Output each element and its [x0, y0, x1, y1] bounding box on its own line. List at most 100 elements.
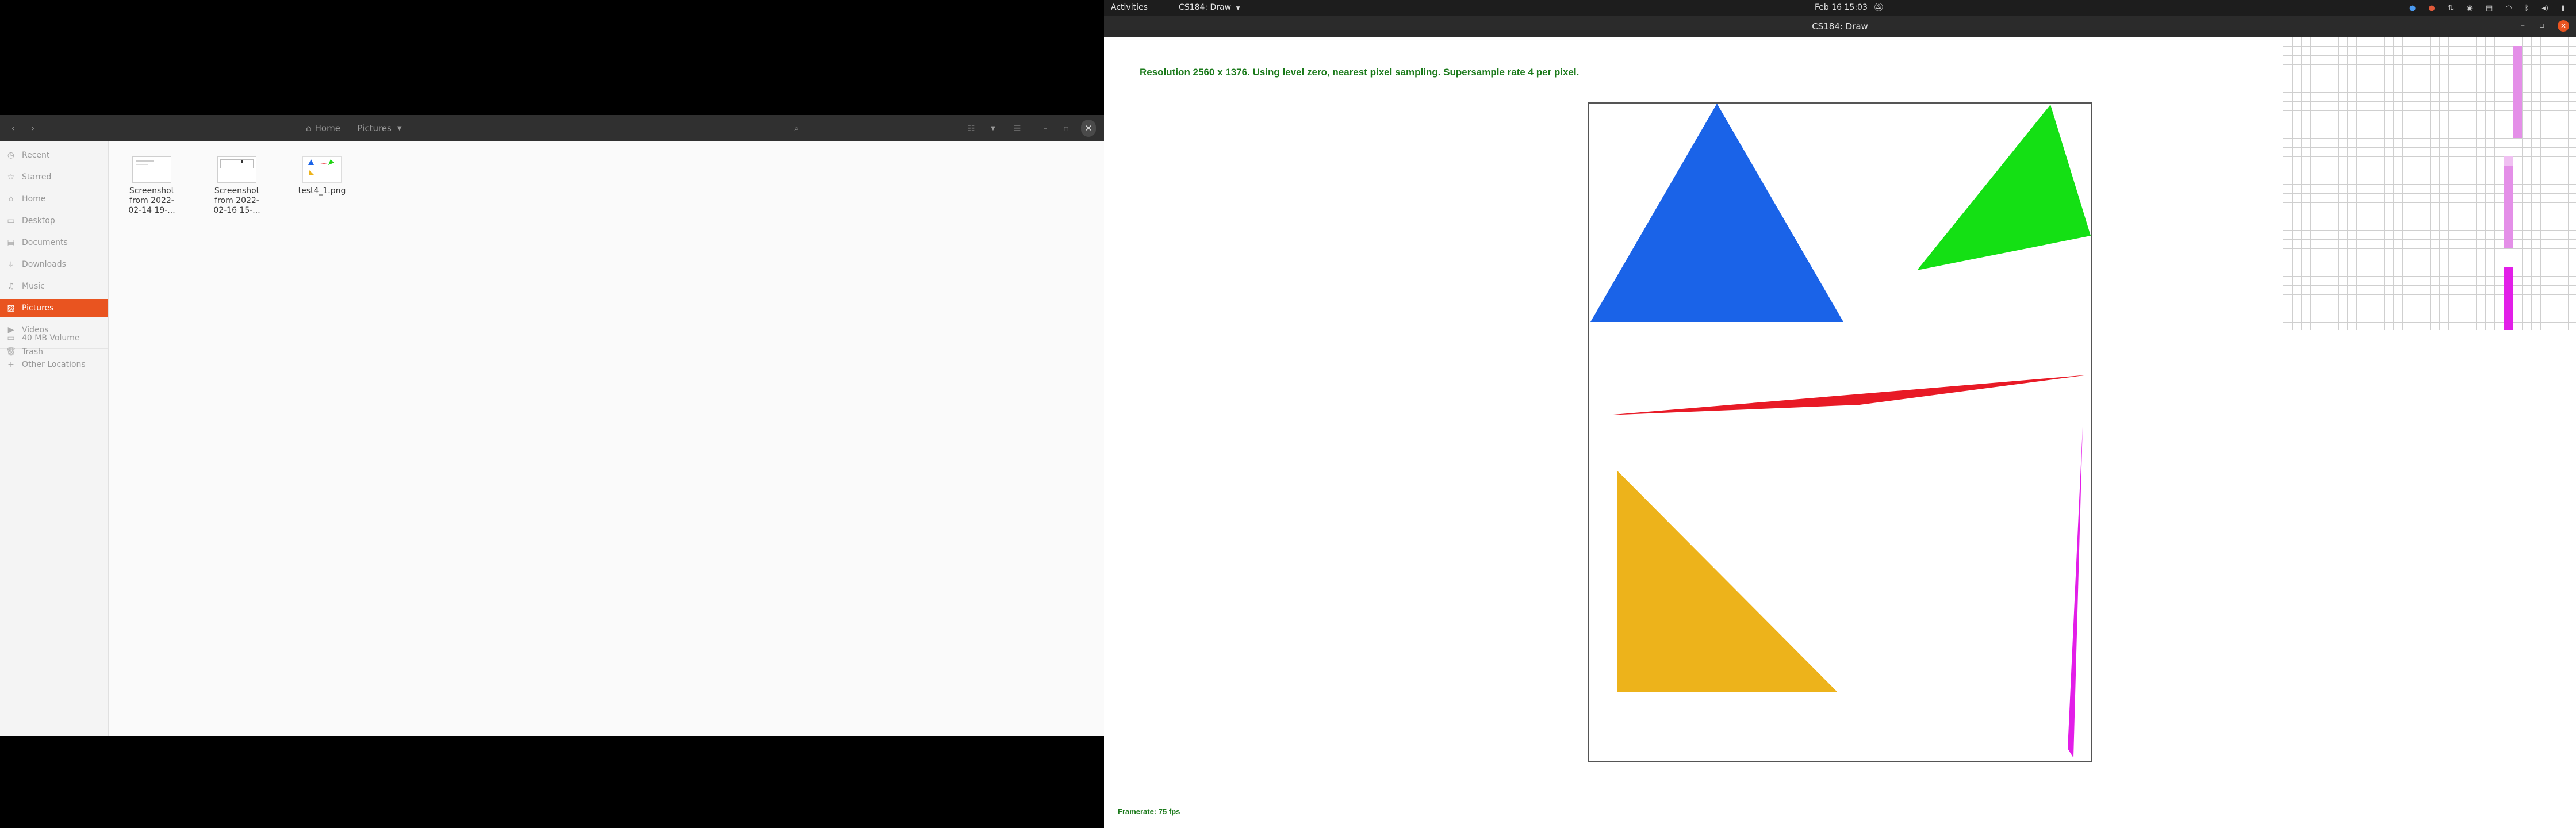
chevron-down-icon: ▼	[1236, 6, 1240, 12]
file-name-line: 02-16 15-...	[213, 206, 260, 215]
sidebar-item-label: Home	[22, 194, 46, 204]
places-sidebar: ◷ Recent ☆ Starred ⌂ Home ▭ Desktop ▤ Documents ⤓ D…	[0, 141, 109, 736]
close-button[interactable]: ✕	[1081, 120, 1096, 137]
back-button[interactable]: ‹	[6, 120, 21, 137]
file-item[interactable]: Screenshot from 2022- 02-14 19-...	[109, 156, 195, 216]
sidebar-item-pictures[interactable]: ▨ Pictures	[0, 299, 108, 317]
zoom-pixel-column-light	[2513, 46, 2522, 138]
gnome-top-bar: Activities CS184: Draw ▼ Feb 16 15:03 🔕︎…	[1104, 0, 2576, 16]
file-name-line: from 2022-	[129, 196, 174, 205]
minimize-button[interactable]: –	[2521, 21, 2525, 30]
clock-label: Feb 16 15:03	[1815, 3, 1868, 12]
pixel-inspector-zoom	[2283, 37, 2576, 330]
chevron-left-icon: ‹	[12, 123, 15, 133]
framerate-text: Framerate: 75 fps	[1118, 807, 1180, 816]
chevron-right-icon: ›	[31, 123, 34, 133]
maximize-icon: ▫	[1063, 123, 1070, 133]
list-view-button[interactable]: ☷	[964, 120, 979, 137]
red-sliver	[1607, 375, 2088, 415]
window-title: CS184: Draw	[1812, 21, 1868, 32]
file-item[interactable]: test4_1.png	[279, 156, 365, 196]
sidebar-item-home[interactable]: ⌂ Home	[0, 190, 108, 208]
maximize-button[interactable]: ▫	[2539, 21, 2545, 30]
sidebar-item-other-locations[interactable]: + Other Locations	[0, 355, 108, 374]
drive-icon: ▭	[7, 334, 15, 343]
file-name-line: from 2022-	[214, 196, 259, 205]
file-thumbnail	[132, 156, 171, 183]
sidebar-item-label: Other Locations	[22, 360, 86, 369]
app-menu-label: CS184: Draw	[1179, 3, 1232, 12]
sidebar-item-label: Music	[22, 282, 45, 291]
file-name-line: Screenshot	[214, 186, 260, 195]
sidebar-item-label: 40 MB Volume	[22, 334, 80, 343]
sidebar-item-label: Recent	[22, 151, 50, 160]
files-window: ‹ › ⌂ Home Pictures ▼ ⌕ ☷ ▼ ☰ – ▫ ✕ ◷ Rec…	[0, 115, 1104, 736]
magenta-sliver	[2068, 427, 2083, 758]
status-text: Resolution 2560 x 1376. Using level zero…	[1140, 67, 1580, 78]
file-thumbnail	[217, 156, 256, 183]
search-icon: ⌕	[793, 123, 799, 133]
volume-icon: ◂)	[2542, 3, 2548, 13]
file-thumbnail	[302, 156, 342, 183]
app-menu-button[interactable]: CS184: Draw ▼	[1179, 3, 1240, 12]
wifi-icon: ◠	[2505, 3, 2512, 13]
sidebar-item-40-mb-volume[interactable]: ▭ 40 MB Volume	[0, 329, 108, 347]
zoom-pixel-column-mid	[2504, 166, 2513, 248]
file-name-line: Screenshot	[129, 186, 175, 195]
chevron-down-icon: ▼	[397, 125, 402, 132]
file-name-line: 02-14 19-...	[128, 206, 175, 215]
tray-area[interactable]: ● ● ⇅ ◉ ▤ ◠ ᛒ ◂) ▮ ⏻	[2409, 2, 2576, 14]
search-button[interactable]: ⌕	[788, 120, 805, 137]
clipboard-icon: ▤	[2485, 3, 2493, 13]
path-home-label: Home	[315, 123, 340, 133]
sidebar-item-downloads[interactable]: ⤓ Downloads	[0, 255, 108, 274]
forward-button[interactable]: ›	[25, 120, 40, 137]
svg-canvas-frame	[1588, 102, 2092, 762]
home-icon: ⌂	[8, 194, 14, 204]
close-icon: ✕	[2560, 22, 2567, 30]
file-name-line: test4_1.png	[298, 186, 346, 195]
path-home-button[interactable]: ⌂ Home	[299, 120, 347, 137]
sidebar-item-label: Starred	[22, 172, 52, 182]
home-icon: ⌂	[306, 123, 312, 133]
draw-window-titlebar: CS184: Draw – ▫ ✕	[1104, 16, 2576, 37]
sidebar-item-starred[interactable]: ☆ Starred	[0, 168, 108, 186]
zoom-pixel-column-full	[2504, 267, 2513, 330]
view-options-button[interactable]: ▼	[987, 120, 999, 137]
files-headerbar: ‹ › ⌂ Home Pictures ▼ ⌕ ☷ ▼ ☰ – ▫ ✕	[0, 115, 1104, 141]
minimize-icon: –	[2521, 21, 2525, 30]
clock-icon: ◷	[7, 151, 15, 160]
sidebar-item-recent[interactable]: ◷ Recent	[0, 146, 108, 164]
app-indicator-icon: ●	[2428, 3, 2435, 13]
path-current-button[interactable]: Pictures ▼	[352, 120, 407, 137]
list-view-icon: ☷	[967, 123, 975, 133]
bluetooth-icon: ᛒ	[2524, 3, 2529, 13]
star-icon: ☆	[7, 172, 15, 182]
desktop-icon: ▭	[7, 216, 15, 225]
draw-viewport[interactable]: Resolution 2560 x 1376. Using level zero…	[1104, 37, 2576, 828]
sidebar-item-music[interactable]: ♫ Music	[0, 277, 108, 296]
sidebar-item-label: Desktop	[22, 216, 55, 225]
music-icon: ♫	[7, 282, 15, 291]
rendered-scene	[1590, 103, 2091, 758]
sidebar-item-label: Downloads	[22, 260, 66, 269]
notifications-muted-icon: 🔕︎	[1873, 3, 1884, 12]
activities-button[interactable]: Activities	[1111, 3, 1148, 12]
battery-icon: ▮	[2561, 3, 2566, 13]
blue-triangle	[1590, 103, 1843, 322]
document-icon: ▤	[7, 238, 15, 247]
chrome-icon: ●	[2409, 3, 2416, 13]
close-button[interactable]: ✕	[2558, 20, 2569, 32]
thumbnail-preview	[308, 159, 334, 175]
minimize-button[interactable]: –	[1038, 120, 1052, 137]
files-view: Screenshot from 2022- 02-14 19-... Scree…	[109, 141, 1104, 736]
menu-button[interactable]: ☰	[1010, 120, 1025, 137]
maximize-button[interactable]: ▫	[1059, 120, 1073, 137]
path-current-label: Pictures	[357, 123, 392, 133]
sidebar-item-desktop[interactable]: ▭ Desktop	[0, 212, 108, 230]
green-triangle	[1917, 105, 2091, 270]
clock-button[interactable]: Feb 16 15:03 🔕︎	[1815, 3, 1884, 12]
maximize-icon: ▫	[2539, 21, 2545, 30]
file-item[interactable]: Screenshot from 2022- 02-16 15-...	[194, 156, 280, 216]
sidebar-item-documents[interactable]: ▤ Documents	[0, 233, 108, 252]
